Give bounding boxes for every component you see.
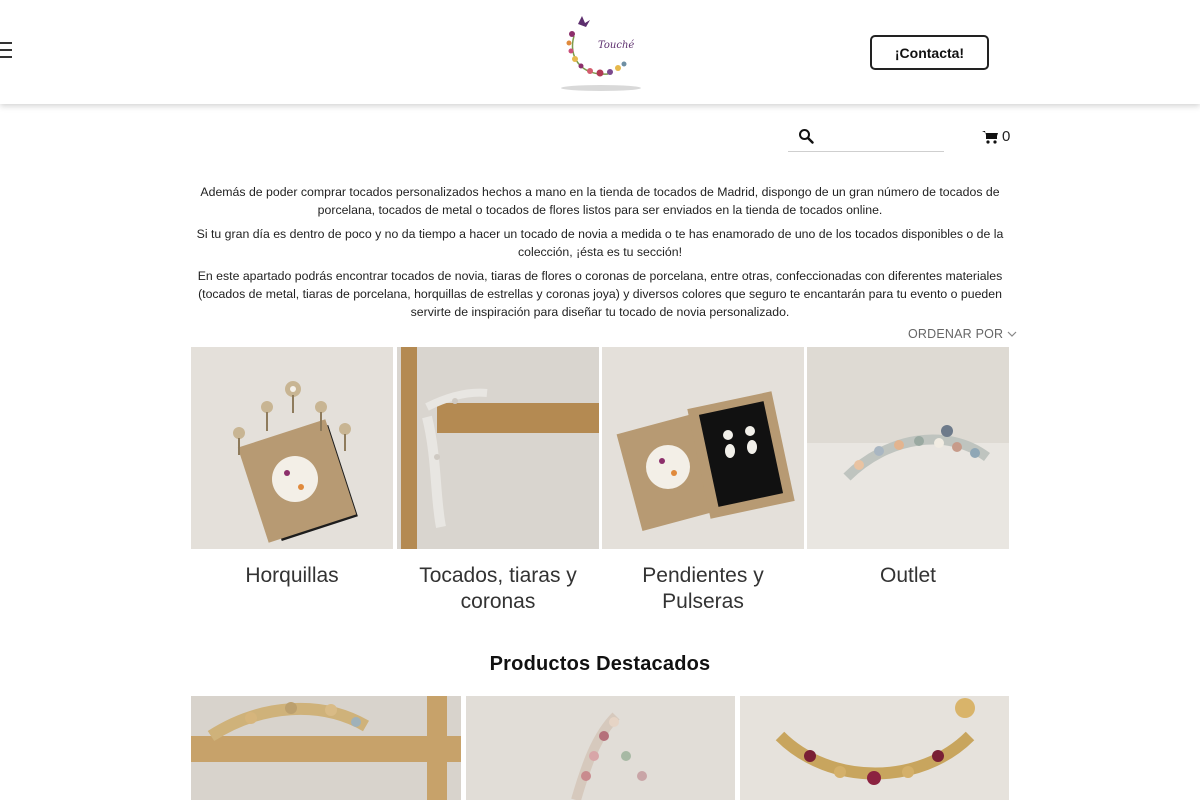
hamburger-menu-icon[interactable] <box>0 42 14 60</box>
cart-button[interactable]: 0 <box>982 128 1010 145</box>
category-image-outlet[interactable] <box>807 347 1009 549</box>
category-card-horquillas[interactable]: Horquillas <box>191 347 393 589</box>
featured-product-image <box>191 696 461 800</box>
featured-product-2[interactable] <box>466 696 735 800</box>
logo-wreath-icon: Touché <box>561 16 641 91</box>
category-image-pendientes[interactable] <box>602 347 804 549</box>
category-label[interactable]: Outlet <box>807 563 1009 589</box>
contact-button[interactable]: ¡Contacta! <box>870 35 989 70</box>
cart-count: 0 <box>1002 128 1011 145</box>
featured-product-image <box>466 696 735 800</box>
search-bar[interactable] <box>788 122 944 152</box>
order-by-label: ORDENAR POR <box>908 327 1004 341</box>
chevron-down-icon <box>1007 331 1017 337</box>
featured-products-title: Productos Destacados <box>489 653 711 675</box>
intro-paragraph-1: Además de poder comprar tocados personal… <box>200 185 1000 217</box>
featured-product-3[interactable] <box>740 696 1009 800</box>
svg-text:Touché: Touché <box>598 40 634 51</box>
category-card-outlet[interactable]: Outlet <box>807 347 1009 589</box>
intro-paragraph-2: Si tu gran día es dentro de poco y no da… <box>196 227 1004 259</box>
intro-text: Además de poder comprar tocados personal… <box>190 183 1010 327</box>
intro-paragraph-3: En este apartado podrás encontrar tocado… <box>197 269 1003 319</box>
logo[interactable]: Touché <box>554 10 648 94</box>
category-card-tocados[interactable]: Tocados, tiaras y coronas <box>397 347 599 615</box>
site-header: Touché ¡Contacta! <box>0 0 1200 104</box>
featured-product-1[interactable] <box>191 696 461 800</box>
category-image-tocados[interactable] <box>397 347 599 549</box>
featured-product-image <box>740 696 1009 800</box>
category-label[interactable]: Tocados, tiaras y coronas <box>397 563 599 615</box>
category-label[interactable]: Pendientes y Pulseras <box>602 563 804 615</box>
order-by-dropdown[interactable]: ORDENAR POR <box>908 327 1017 341</box>
category-image-horquillas[interactable] <box>191 347 393 549</box>
search-icon[interactable] <box>798 128 814 144</box>
search-input[interactable] <box>820 124 940 148</box>
category-label[interactable]: Horquillas <box>191 563 393 589</box>
category-card-pendientes[interactable]: Pendientes y Pulseras <box>602 347 804 615</box>
shopping-cart-icon <box>982 130 998 144</box>
